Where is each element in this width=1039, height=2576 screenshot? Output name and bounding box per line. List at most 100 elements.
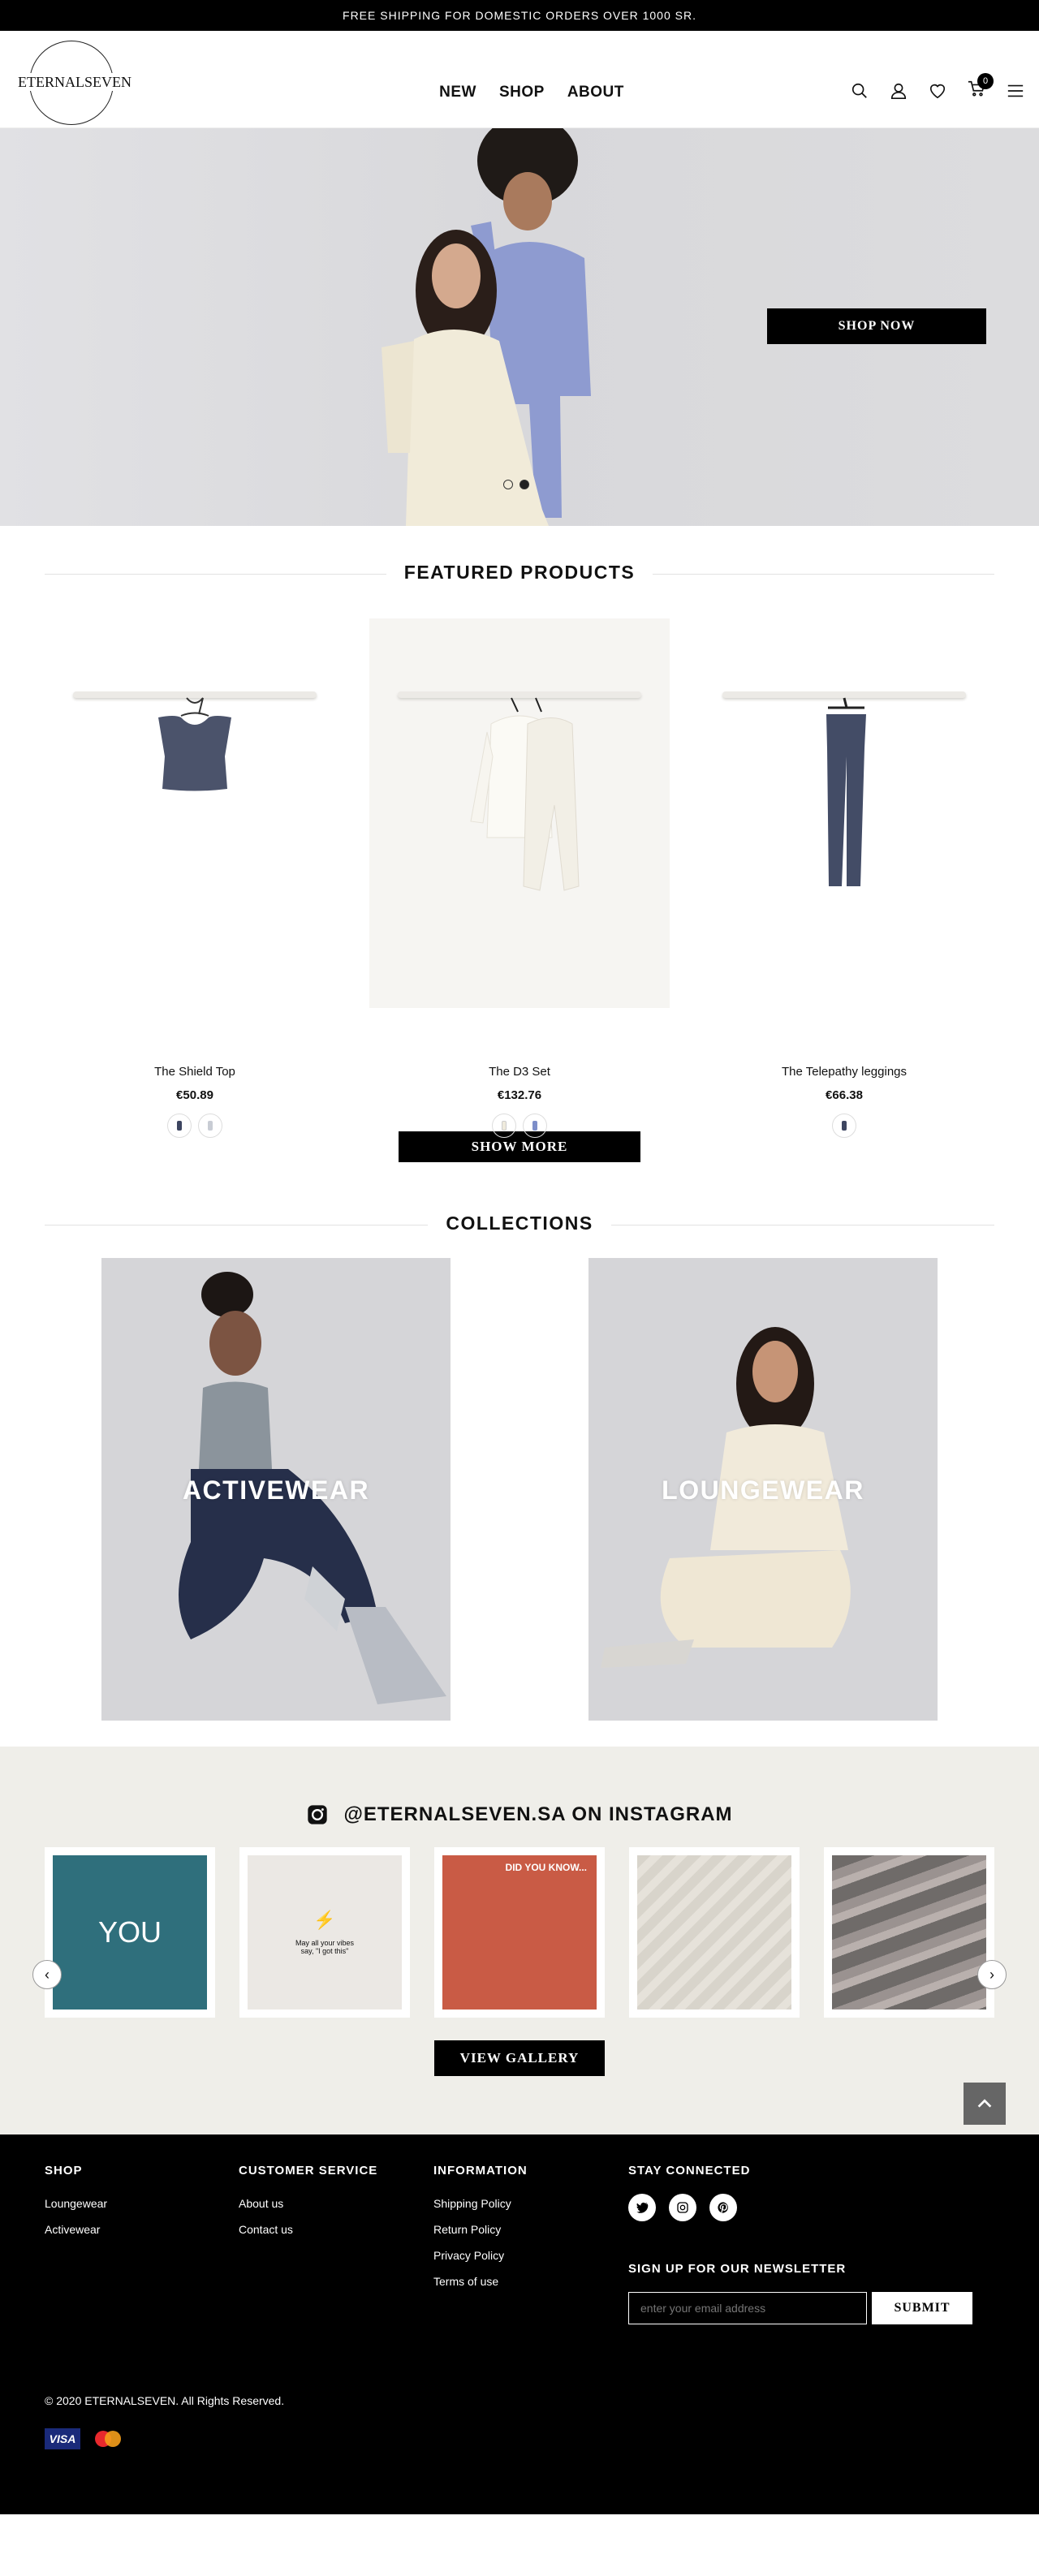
instagram-post[interactable]: YOU (45, 1847, 215, 2018)
color-swatch[interactable] (167, 1114, 192, 1138)
collections-title: COLLECTIONS (428, 1213, 611, 1234)
instagram-section: @ETERNALSEVEN.SA ON INSTAGRAM YOU ⚡ May a… (0, 1747, 1039, 2134)
mastercard-icon (95, 2431, 121, 2447)
post-caption: May all your vibes say, "I got this" (295, 1939, 355, 1955)
email-field[interactable] (628, 2292, 867, 2324)
site-header: ETERNALSEVEN NEW SHOP ABOUT 0 (0, 31, 1039, 128)
collection-label: ACTIVEWEAR (182, 1475, 370, 1505)
product-price: €66.38 (826, 1088, 863, 1102)
color-swatch[interactable] (198, 1114, 222, 1138)
nav-shop[interactable]: SHOP (499, 84, 545, 101)
instagram-post[interactable]: ⚡ May all your vibes say, "I got this" (239, 1847, 410, 2018)
copyright: © 2020 ETERNALSEVEN. All Rights Reserved… (45, 2394, 285, 2407)
slider-dots (503, 480, 529, 489)
announcement-bar: FREE SHIPPING FOR DOMESTIC ORDERS OVER 1… (0, 0, 1039, 31)
footer-link[interactable]: About us (239, 2197, 377, 2210)
footer-heading: SHOP (45, 2164, 83, 2178)
footer-heading: STAY CONNECTED (628, 2164, 751, 2178)
collection-loungewear[interactable]: LOUNGEWEAR (588, 1258, 938, 1721)
post-image (832, 1855, 986, 2010)
instagram-icon (308, 1805, 328, 1824)
footer-connected: STAY CONNECTED (628, 2164, 750, 2221)
color-swatches (694, 1114, 994, 1138)
cart-count-badge: 0 (977, 73, 994, 89)
submit-button[interactable]: SUBMIT (872, 2292, 972, 2324)
carousel-prev-button[interactable]: ‹ (32, 1960, 62, 1989)
instagram-post[interactable]: DID YOU KNOW... (434, 1847, 605, 2018)
footer-link[interactable]: Contact us (239, 2223, 377, 2236)
product-image[interactable] (45, 618, 345, 1008)
product-photo (470, 697, 580, 891)
footer-heading: INFORMATION (433, 2164, 528, 2178)
footer-link[interactable]: Activewear (45, 2223, 107, 2236)
back-to-top-button[interactable] (964, 2083, 1006, 2125)
footer-link[interactable]: Terms of use (433, 2275, 528, 2288)
slide-dot-2[interactable] (520, 480, 529, 489)
cart-button[interactable]: 0 (968, 73, 994, 101)
product-card[interactable]: The Telepathy leggings €66.38 (694, 618, 994, 1138)
product-photo (158, 697, 231, 791)
instagram-post[interactable] (629, 1847, 800, 2018)
newsletter-heading: SIGN UP FOR OUR NEWSLETTER (628, 2262, 847, 2276)
newsletter-form: SUBMIT (628, 2292, 972, 2324)
wishlist-icon[interactable] (929, 82, 946, 100)
product-card[interactable]: The Shield Top €50.89 (45, 618, 345, 1138)
product-name[interactable]: The Telepathy leggings (694, 1065, 994, 1079)
site-footer: SHOP Loungewear Activewear CUSTOMER SERV… (0, 2134, 1039, 2514)
instagram-title: @ETERNALSEVEN.SA ON INSTAGRAM (343, 1803, 733, 1825)
product-price: €50.89 (176, 1088, 213, 1102)
instagram-feed: YOU ⚡ May all your vibes say, "I got this… (45, 1847, 1039, 2018)
slide-dot-1[interactable] (503, 480, 513, 489)
newsletter: SIGN UP FOR OUR NEWSLETTER SUBMIT (628, 2262, 972, 2324)
color-swatch[interactable] (523, 1114, 547, 1138)
footer-information: INFORMATION Shipping Policy Return Polic… (433, 2164, 528, 2301)
featured-heading: FEATURED PRODUCTS (45, 562, 994, 586)
search-icon[interactable] (851, 82, 869, 100)
social-links (628, 2194, 750, 2221)
hero-banner: SHOP NOW (0, 128, 1039, 526)
product-name[interactable]: The D3 Set (369, 1065, 670, 1079)
footer-service: CUSTOMER SERVICE About us Contact us (239, 2164, 377, 2249)
product-card[interactable]: The D3 Set €132.76 (369, 618, 670, 1138)
featured-products: The Shield Top €50.89 The D3 Set €132.76 (45, 618, 994, 1138)
post-image: DID YOU KNOW... (442, 1855, 597, 2010)
collection-label: LOUNGEWEAR (662, 1475, 864, 1505)
carousel-next-button[interactable]: › (977, 1960, 1007, 1989)
instagram-heading: @ETERNALSEVEN.SA ON INSTAGRAM (0, 1747, 1039, 1826)
menu-icon[interactable] (1007, 82, 1024, 100)
nav-about[interactable]: ABOUT (567, 84, 624, 101)
instagram-post[interactable] (824, 1847, 994, 2018)
footer-link[interactable]: Privacy Policy (433, 2249, 528, 2262)
chevron-right-icon: › (989, 1966, 994, 1983)
lightning-icon: ⚡ (313, 1910, 336, 1930)
color-swatch[interactable] (832, 1114, 856, 1138)
footer-link[interactable]: Shipping Policy (433, 2197, 528, 2210)
collections-grid: ACTIVEWEAR LOUNGEWEAR (0, 1258, 1039, 1721)
twitter-icon[interactable] (628, 2194, 656, 2221)
collections-heading: COLLECTIONS (45, 1213, 994, 1237)
announcement-text: FREE SHIPPING FOR DOMESTIC ORDERS OVER 1… (343, 9, 696, 22)
instagram-icon[interactable] (669, 2194, 696, 2221)
post-image: ⚡ May all your vibes say, "I got this" (248, 1855, 402, 2010)
view-gallery-button[interactable]: VIEW GALLERY (434, 2040, 605, 2076)
footer-heading: CUSTOMER SERVICE (239, 2164, 378, 2178)
product-image[interactable] (694, 618, 994, 1008)
pinterest-icon[interactable] (709, 2194, 737, 2221)
color-swatches (369, 1114, 670, 1138)
product-image[interactable] (369, 618, 670, 1008)
footer-shop: SHOP Loungewear Activewear (45, 2164, 107, 2249)
collection-activewear[interactable]: ACTIVEWEAR (101, 1258, 451, 1721)
product-name[interactable]: The Shield Top (45, 1065, 345, 1079)
color-swatch[interactable] (492, 1114, 516, 1138)
logo[interactable]: ETERNALSEVEN (18, 41, 131, 125)
footer-link[interactable]: Loungewear (45, 2197, 107, 2210)
product-price: €132.76 (497, 1088, 542, 1102)
color-swatches (45, 1114, 345, 1138)
header-icons: 0 (851, 73, 1024, 101)
post-image: YOU (53, 1855, 207, 2010)
shop-now-button[interactable]: SHOP NOW (767, 308, 986, 344)
account-icon[interactable] (890, 82, 908, 100)
footer-link[interactable]: Return Policy (433, 2223, 528, 2236)
nav-new[interactable]: NEW (439, 84, 476, 101)
chevron-up-icon (977, 2099, 992, 2108)
